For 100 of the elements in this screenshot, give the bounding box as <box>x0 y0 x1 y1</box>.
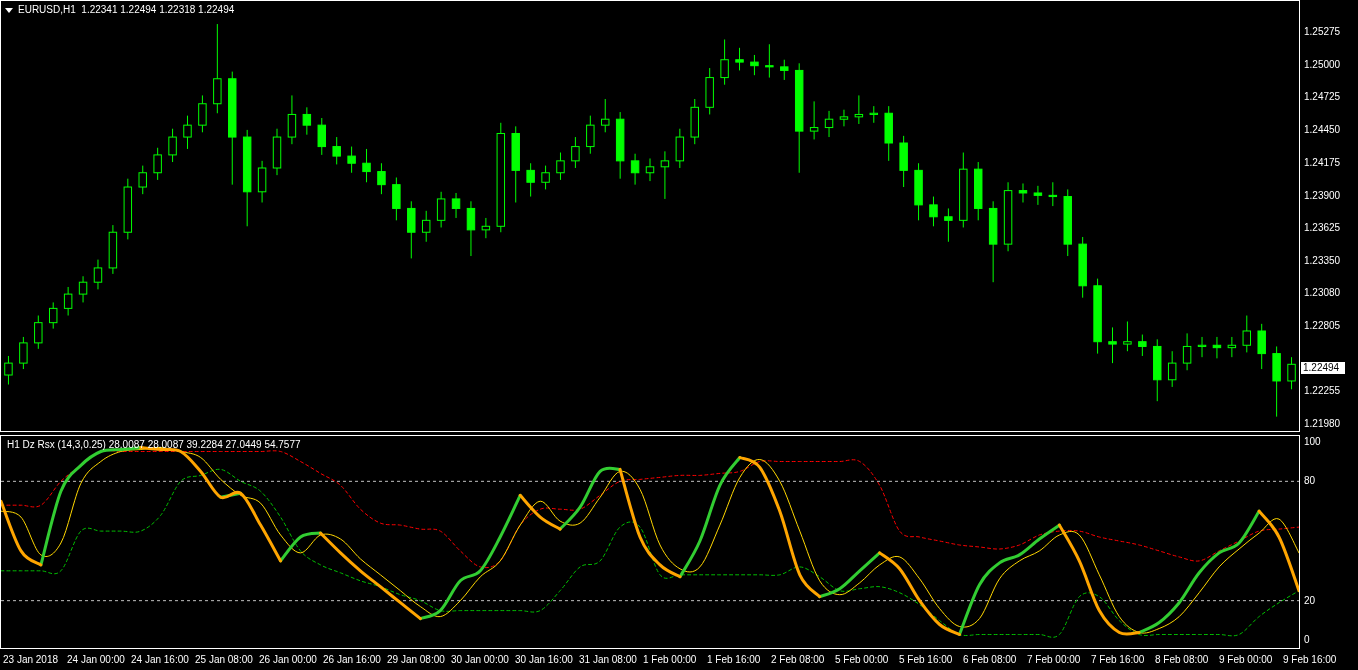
candlestick <box>615 111 625 180</box>
candlestick <box>153 147 162 181</box>
indicator-title: H1 Dz Rsx (14,3,0.25) 28.0087 28.0087 39.2284 27.0449 54.7577 <box>7 439 301 451</box>
candlestick <box>1123 320 1132 352</box>
price-label: 1.22805 <box>1304 319 1341 332</box>
candlestick <box>571 136 580 169</box>
date-label: 24 Jan 16:00 <box>131 654 190 665</box>
price-label: 1.23625 <box>1304 222 1341 235</box>
candlestick <box>78 275 88 303</box>
candlestick <box>451 192 461 219</box>
candlestick <box>884 105 893 162</box>
date-label: 2 Feb 08:00 <box>771 654 826 665</box>
candlestick <box>586 115 595 155</box>
candlestick <box>34 315 43 350</box>
date-label: 29 Jan 08:00 <box>387 654 446 665</box>
candlestick <box>899 135 908 188</box>
candlestick <box>93 259 103 290</box>
candlestick <box>839 109 849 127</box>
price-label: 1.24450 <box>1304 124 1341 137</box>
current-price-label: 1.22494 <box>1301 362 1346 374</box>
candlestick <box>481 217 491 239</box>
candlestick <box>422 210 431 243</box>
candlestick <box>1078 236 1087 299</box>
candlestick <box>929 196 938 227</box>
candlestick <box>198 94 207 133</box>
candlestick <box>1197 336 1207 358</box>
price-label: 1.22255 <box>1304 385 1341 398</box>
date-label: 7 Feb 00:00 <box>1027 654 1082 665</box>
price-label: 1.24725 <box>1304 91 1341 104</box>
candlestick <box>675 128 685 169</box>
date-label: 1 Feb 00:00 <box>643 654 698 665</box>
candlestick <box>138 165 147 195</box>
date-label: 9 Feb 16:00 <box>1283 654 1338 665</box>
candlestick <box>1167 350 1177 388</box>
candlestick <box>541 165 550 190</box>
price-label: 1.21980 <box>1304 417 1341 430</box>
level-label: 0 <box>1304 634 1310 647</box>
date-label: 5 Feb 16:00 <box>899 654 954 665</box>
candlestick <box>556 152 565 181</box>
dropdown-triangle-icon[interactable] <box>5 7 13 13</box>
candlestick <box>1063 188 1072 257</box>
candlestick <box>287 94 297 145</box>
date-label: 6 Feb 08:00 <box>963 654 1018 665</box>
candlestick <box>1108 326 1117 364</box>
candlestick <box>854 94 864 125</box>
candlestick <box>601 98 610 133</box>
candlestick <box>183 115 192 150</box>
candlestick <box>630 153 640 186</box>
level-label: 100 <box>1304 435 1321 448</box>
candlestick <box>1138 334 1147 357</box>
candlestick <box>1212 336 1222 359</box>
candlestick <box>720 39 729 86</box>
candlestick <box>735 47 744 71</box>
candlestick <box>1003 181 1013 252</box>
date-label: 1 Feb 16:00 <box>707 654 762 665</box>
date-label: 7 Feb 16:00 <box>1091 654 1146 665</box>
candlestick <box>272 128 282 176</box>
date-label: 5 Feb 00:00 <box>835 654 890 665</box>
candlestick <box>526 162 535 198</box>
date-label: 30 Jan 00:00 <box>451 654 510 665</box>
candlestick <box>1287 356 1296 390</box>
candlestick <box>4 355 13 386</box>
date-label: 31 Jan 08:00 <box>579 654 638 665</box>
candlestick <box>392 177 401 221</box>
candlestick <box>1227 336 1237 358</box>
price-label: 1.23350 <box>1304 254 1341 267</box>
candlestick <box>974 161 983 221</box>
date-label: 23 Jan 2018 <box>3 654 60 665</box>
candlestick <box>944 207 953 243</box>
candlestick <box>19 336 28 370</box>
candlestick <box>1033 185 1043 206</box>
candlestick <box>1153 338 1162 402</box>
date-label: 25 Jan 08:00 <box>195 654 254 665</box>
candlestick <box>317 117 326 156</box>
price-label: 1.25000 <box>1304 58 1341 71</box>
candlestick <box>750 54 759 76</box>
date-label: 26 Jan 00:00 <box>259 654 318 665</box>
date-label: 30 Jan 16:00 <box>515 654 574 665</box>
candlestick <box>1257 323 1266 370</box>
date-label: 8 Feb 08:00 <box>1155 654 1210 665</box>
candlestick <box>765 43 774 79</box>
candlestick <box>123 178 133 240</box>
candlestick <box>645 158 655 182</box>
level-label: 20 <box>1304 594 1316 607</box>
candlestick <box>377 162 386 195</box>
candlestick <box>660 150 670 200</box>
candlestick <box>914 162 923 221</box>
candlestick <box>347 146 356 174</box>
candlestick <box>63 286 73 316</box>
level-label: 80 <box>1304 475 1316 488</box>
date-label: 24 Jan 00:00 <box>67 654 126 665</box>
candlestick <box>780 59 789 81</box>
candlestick <box>168 128 177 163</box>
candlestick <box>1182 332 1192 371</box>
candlestick <box>1018 182 1028 203</box>
candlestick <box>332 136 341 165</box>
candlestick <box>407 200 416 259</box>
candlestick <box>824 110 834 138</box>
price-label: 1.23900 <box>1304 189 1341 202</box>
candlestick <box>362 148 371 183</box>
